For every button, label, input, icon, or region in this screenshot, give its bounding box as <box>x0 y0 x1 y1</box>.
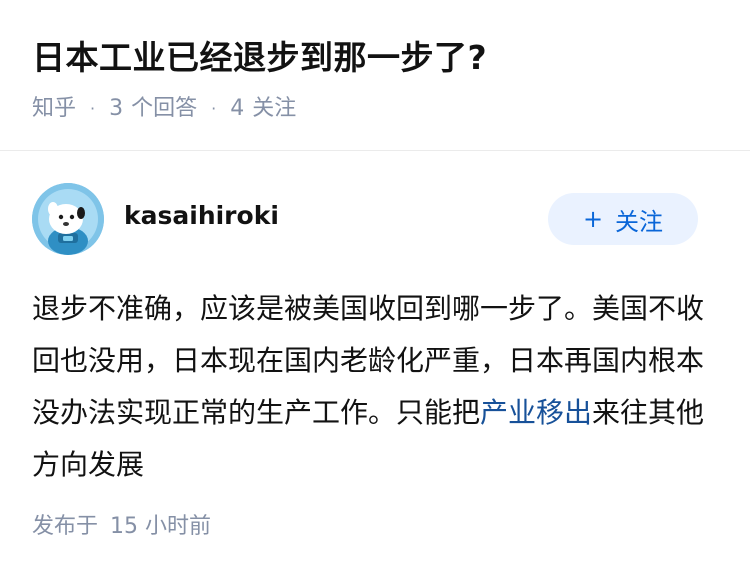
meta-separator-2: · <box>211 99 217 118</box>
question-meta: 知乎 · 3 个回答 · 4 关注 <box>32 94 722 124</box>
follow-button[interactable]: + 关注 <box>548 193 698 245</box>
answer-page: 日本工业已经退步到那一步了? 知乎 · 3 个回答 · 4 关注 kasaihi… <box>0 0 750 578</box>
avatar-character-icon <box>32 183 104 255</box>
answer-content: 退步不准确，应该是被美国收回到哪一步了。美国不收回也没用，日本现在国内老龄化严重… <box>32 283 712 491</box>
published-label: 发布于 <box>32 514 99 539</box>
avatar[interactable] <box>32 183 104 255</box>
answer-author-bar: kasaihiroki + 关注 <box>32 183 698 255</box>
answer-footer: 发布于 15 小时前 <box>32 510 211 544</box>
meta-separator: · <box>90 99 96 118</box>
published-time: 15 小时前 <box>110 514 212 539</box>
answer-count: 3 <box>109 96 124 121</box>
follower-count-label: 关注 <box>252 96 297 121</box>
question-header: 日本工业已经退步到那一步了? 知乎 · 3 个回答 · 4 关注 <box>32 34 722 124</box>
source-label[interactable]: 知乎 <box>32 94 76 124</box>
question-title[interactable]: 日本工业已经退步到那一步了? <box>32 34 722 82</box>
author-name[interactable]: kasaihiroki <box>124 201 279 230</box>
plus-icon: + <box>582 205 604 233</box>
follow-button-label: 关注 <box>615 207 664 236</box>
section-divider <box>0 150 750 151</box>
answer-count-label[interactable]: 个回答 <box>131 94 197 124</box>
industry-transfer-link[interactable]: 产业移出 <box>480 396 592 429</box>
follower-count: 4 <box>230 96 245 121</box>
